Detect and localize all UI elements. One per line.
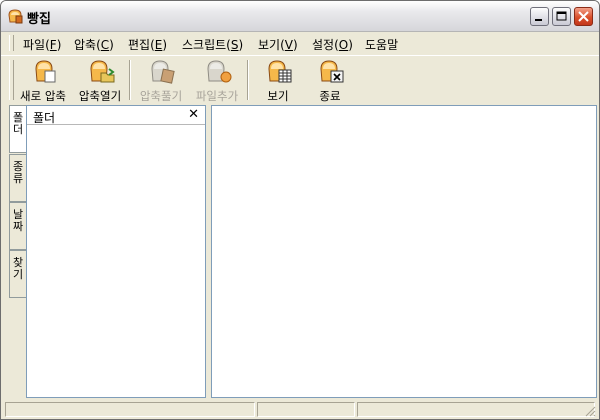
close-button[interactable] (574, 7, 593, 26)
folder-tree[interactable] (27, 125, 205, 397)
extract-button[interactable]: 압축풀기 (135, 58, 187, 104)
bread-new-icon (35, 60, 56, 83)
bread-add-icon (207, 60, 232, 83)
menu-script[interactable]: 스크립트(S) (182, 36, 243, 53)
status-panel-right (357, 402, 595, 417)
toolbar-separator (129, 60, 131, 100)
new-archive-button[interactable]: 새로 압축 (15, 58, 71, 104)
view-label: 보기 (267, 89, 289, 103)
menu-grip[interactable] (9, 35, 14, 51)
resize-grip-icon[interactable] (584, 405, 596, 417)
new-archive-label: 새로 압축 (20, 89, 66, 103)
side-tab-folder-label: 폴더 (12, 111, 24, 136)
maximize-button[interactable] (552, 7, 571, 26)
side-tab-type-label: 종류 (12, 160, 24, 185)
folder-panel-close-icon[interactable]: ✕ (188, 108, 199, 121)
toolbar-grip[interactable] (9, 60, 14, 100)
open-archive-label: 압축열기 (78, 89, 122, 103)
menu-edit[interactable]: 편집(E) (128, 36, 167, 53)
menu-bar: 파일(F) 압축(C) 편집(E) 스크립트(S) 보기(V) 설정(O) 도움… (1, 32, 599, 54)
open-archive-button[interactable]: 압축열기 (74, 58, 126, 104)
exit-label: 종료 (319, 89, 341, 103)
status-panel-main (5, 402, 255, 417)
extract-label: 압축풀기 (139, 89, 183, 103)
menu-settings[interactable]: 설정(O) (312, 36, 353, 53)
window-title: 빵집 (27, 12, 51, 27)
menu-compress[interactable]: 압축(C) (74, 36, 114, 53)
minimize-icon (535, 19, 542, 21)
status-bar (1, 399, 599, 419)
bread-extract-icon (151, 60, 175, 84)
bread-view-icon (268, 60, 292, 83)
toolbar-separator (247, 60, 249, 100)
side-tab-folder[interactable]: 폴더 (9, 105, 26, 153)
title-bar[interactable]: 빵집 (1, 1, 599, 32)
toolbar: 새로 압축 압축열기 압축풀기 파일추가 보기 종료 (1, 55, 599, 104)
bread-exit-icon (320, 60, 344, 83)
folder-panel-header: 폴더 ✕ (27, 106, 205, 125)
side-tab-search-label: 찾기 (12, 256, 24, 281)
close-icon (578, 11, 589, 22)
side-tab-date[interactable]: 날짜 (9, 202, 26, 250)
side-tab-date-label: 날짜 (12, 208, 24, 233)
folder-panel-title: 폴더 (33, 111, 56, 125)
bread-icon (8, 9, 23, 24)
bread-open-icon (90, 60, 115, 83)
app-window: 빵집 파일(F) 압축(C) 편집(E) 스크립트(S) 보기(V) 설정(O)… (0, 0, 600, 420)
add-file-button[interactable]: 파일추가 (191, 58, 243, 104)
side-tab-search[interactable]: 찾기 (9, 250, 26, 298)
exit-button[interactable]: 종료 (308, 58, 352, 104)
add-file-label: 파일추가 (195, 89, 239, 103)
menu-file[interactable]: 파일(F) (23, 36, 61, 53)
menu-view[interactable]: 보기(V) (258, 36, 298, 53)
view-button[interactable]: 보기 (256, 58, 300, 104)
minimize-button[interactable] (530, 7, 549, 26)
side-tab-type[interactable]: 종류 (9, 154, 26, 202)
folder-panel: 폴더 ✕ (26, 105, 206, 398)
menu-help[interactable]: 도움말 (365, 36, 398, 53)
status-panel-middle (257, 402, 355, 417)
maximize-icon (556, 11, 567, 21)
archive-file-list[interactable] (211, 105, 597, 398)
